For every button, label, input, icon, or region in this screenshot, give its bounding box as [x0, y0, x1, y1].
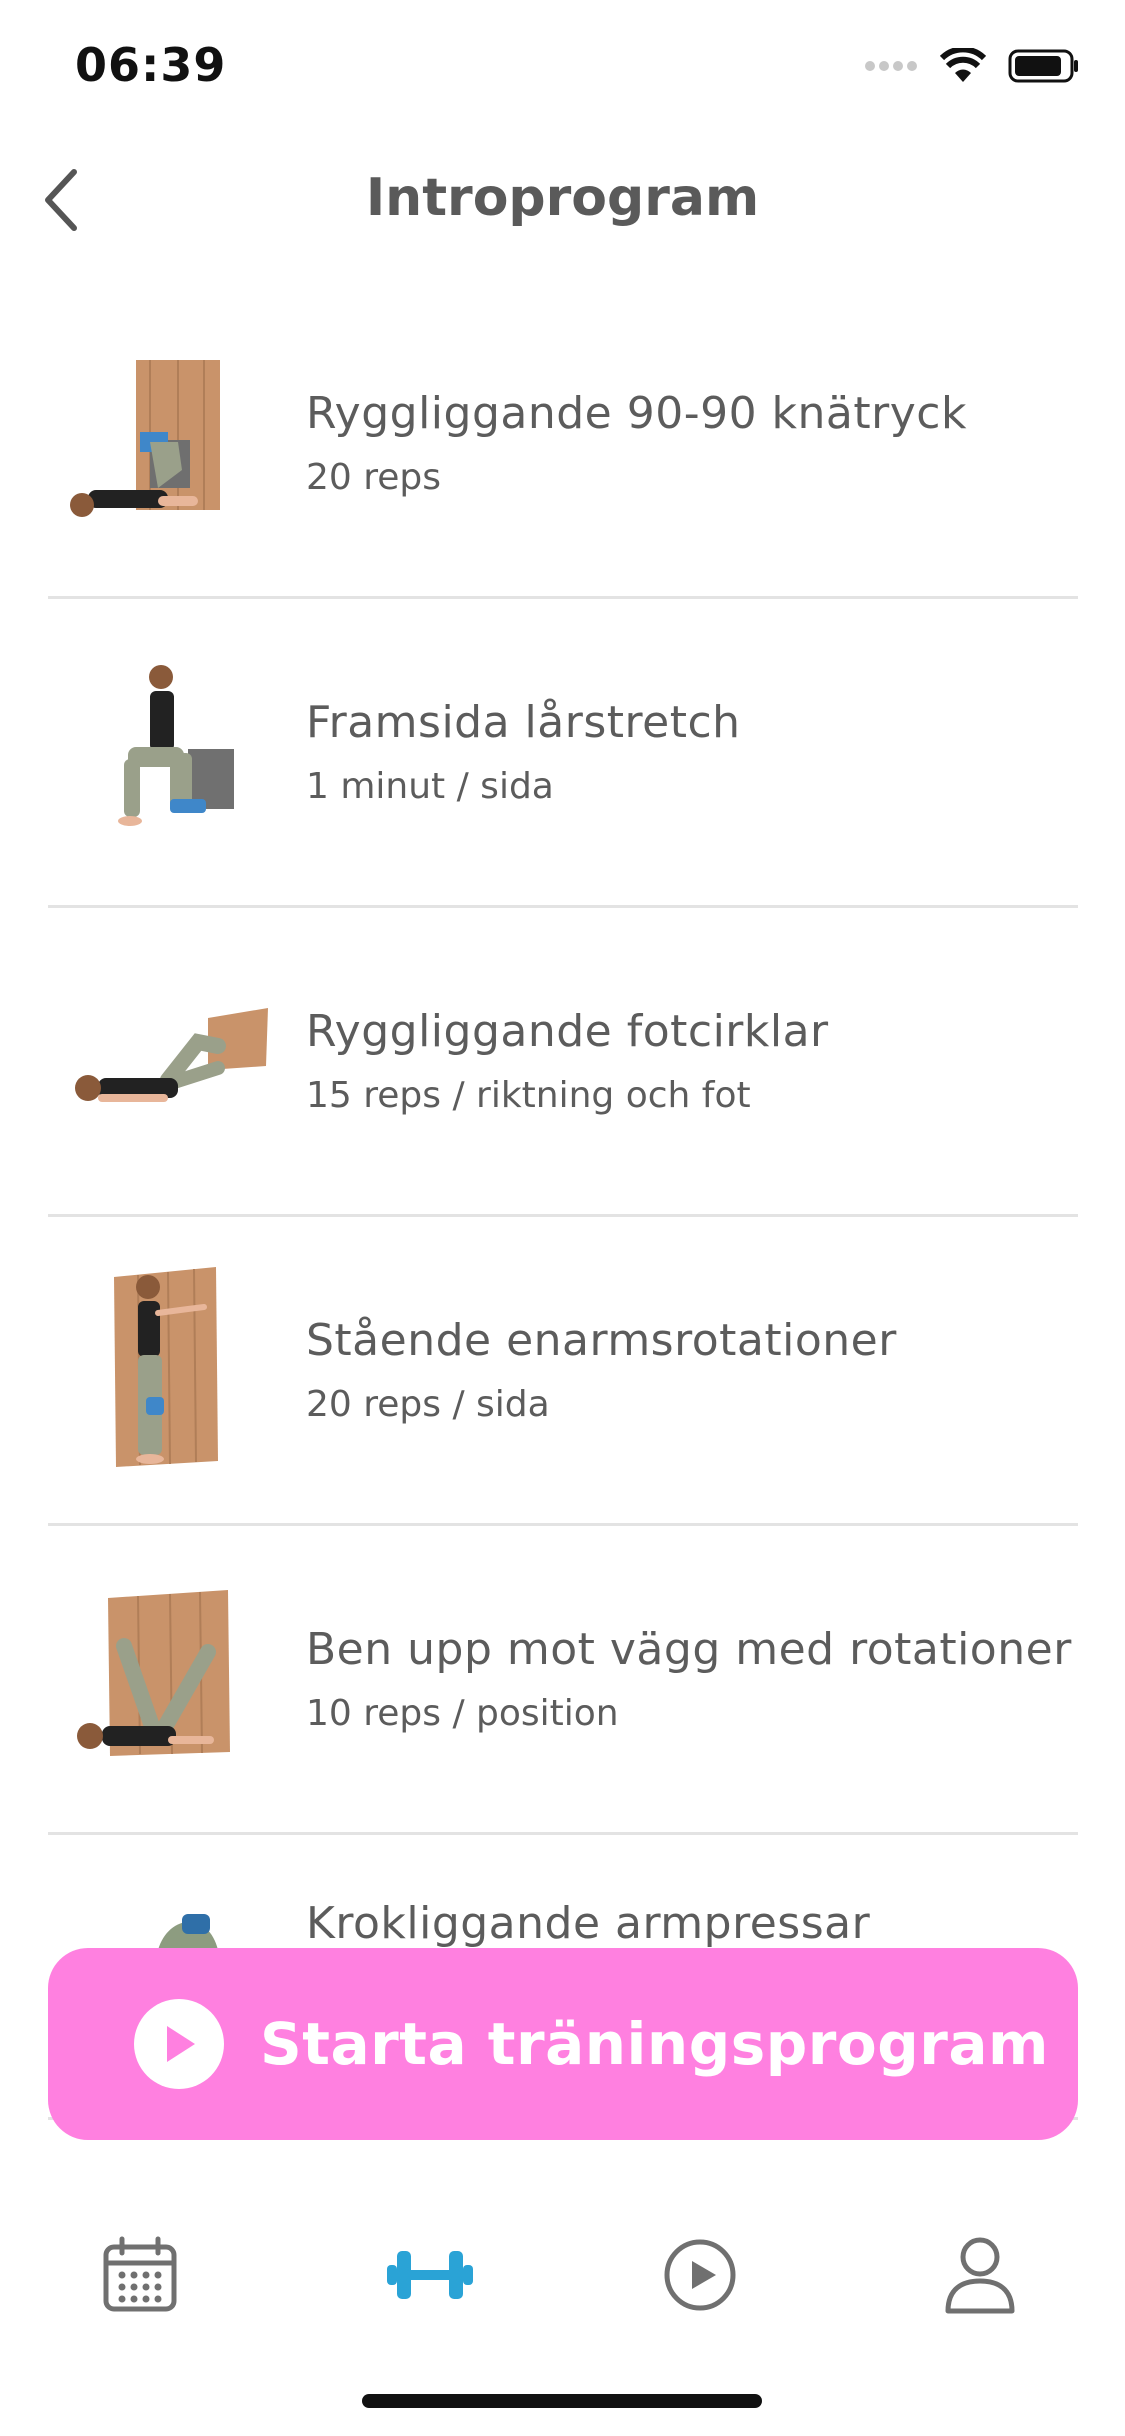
- exercise-item[interactable]: Stående enarmsrotationer 20 reps / sida: [48, 1217, 1078, 1526]
- status-icons: [864, 48, 1080, 84]
- exercise-title: Ryggliggande 90-90 knätryck: [306, 387, 967, 439]
- exercise-title: Ben upp mot vägg med rotationer: [306, 1623, 1072, 1675]
- exercise-title: Framsida lårstretch: [306, 696, 741, 748]
- status-bar: 06:39: [0, 0, 1125, 140]
- exercise-list: Ryggliggande 90-90 knätryck 20 reps Fram…: [48, 290, 1078, 1835]
- exercise-thumbnail: [77, 1590, 230, 1756]
- page-title: Introprogram: [365, 168, 760, 228]
- tab-training[interactable]: [370, 2230, 490, 2320]
- exercise-thumbnail: [70, 360, 220, 517]
- exercise-text: Ryggliggande fotcirklar 15 reps / riktni…: [306, 908, 1078, 1214]
- profile-icon: [945, 2237, 1015, 2314]
- exercise-title: Ryggliggande fotcirklar: [306, 1005, 829, 1057]
- status-time: 06:39: [75, 38, 227, 92]
- start-program-button[interactable]: Starta träningsprogram: [48, 1948, 1078, 2140]
- exercise-subtitle: 15 reps / riktning och fot: [306, 1074, 751, 1116]
- wifi-icon: [940, 48, 986, 82]
- exercise-text: Ryggliggande 90-90 knätryck 20 reps: [306, 290, 1078, 596]
- exercise-text: Stående enarmsrotationer 20 reps / sida: [306, 1217, 1078, 1523]
- exercise-item[interactable]: Ryggliggande 90-90 knätryck 20 reps: [48, 290, 1078, 599]
- exercise-subtitle: 10 reps / position: [306, 1692, 619, 1734]
- dumbbell-icon: [387, 2251, 473, 2299]
- exercise-item[interactable]: Ben upp mot vägg med rotationer 10 reps …: [48, 1526, 1078, 1835]
- exercise-thumbnail: [75, 1008, 268, 1102]
- exercise-thumbnail: [118, 665, 234, 826]
- exercise-title: Krokliggande armpressar: [306, 1898, 871, 1949]
- exercise-item[interactable]: Framsida lårstretch 1 minut / sida: [48, 599, 1078, 908]
- exercise-title: Stående enarmsrotationer: [306, 1314, 897, 1366]
- play-icon: [134, 1999, 224, 2089]
- battery-icon: [1008, 49, 1078, 83]
- play-circle-icon: [664, 2239, 736, 2311]
- tab-profile[interactable]: [930, 2230, 1030, 2320]
- exercise-subtitle: 20 reps / sida: [306, 1383, 550, 1425]
- start-program-label: Starta träningsprogram: [260, 2010, 1049, 2078]
- exercise-thumbnail: [158, 1914, 218, 1950]
- exercise-subtitle: 1 minut / sida: [306, 765, 554, 807]
- exercise-item[interactable]: Ryggliggande fotcirklar 15 reps / riktni…: [48, 908, 1078, 1217]
- tab-videos[interactable]: [650, 2230, 750, 2320]
- nav-bar: Introprogram: [0, 140, 1125, 260]
- exercise-text: Ben upp mot vägg med rotationer 10 reps …: [306, 1526, 1078, 1832]
- calendar-icon: [103, 2236, 177, 2312]
- exercise-thumbnail: [114, 1267, 218, 1467]
- tab-bar: [0, 2186, 1125, 2356]
- exercise-text: Framsida lårstretch 1 minut / sida: [306, 599, 1078, 905]
- home-indicator: [362, 2394, 762, 2408]
- signal-icon: [865, 61, 917, 71]
- exercise-subtitle: 20 reps: [306, 456, 442, 498]
- tab-calendar[interactable]: [90, 2230, 190, 2320]
